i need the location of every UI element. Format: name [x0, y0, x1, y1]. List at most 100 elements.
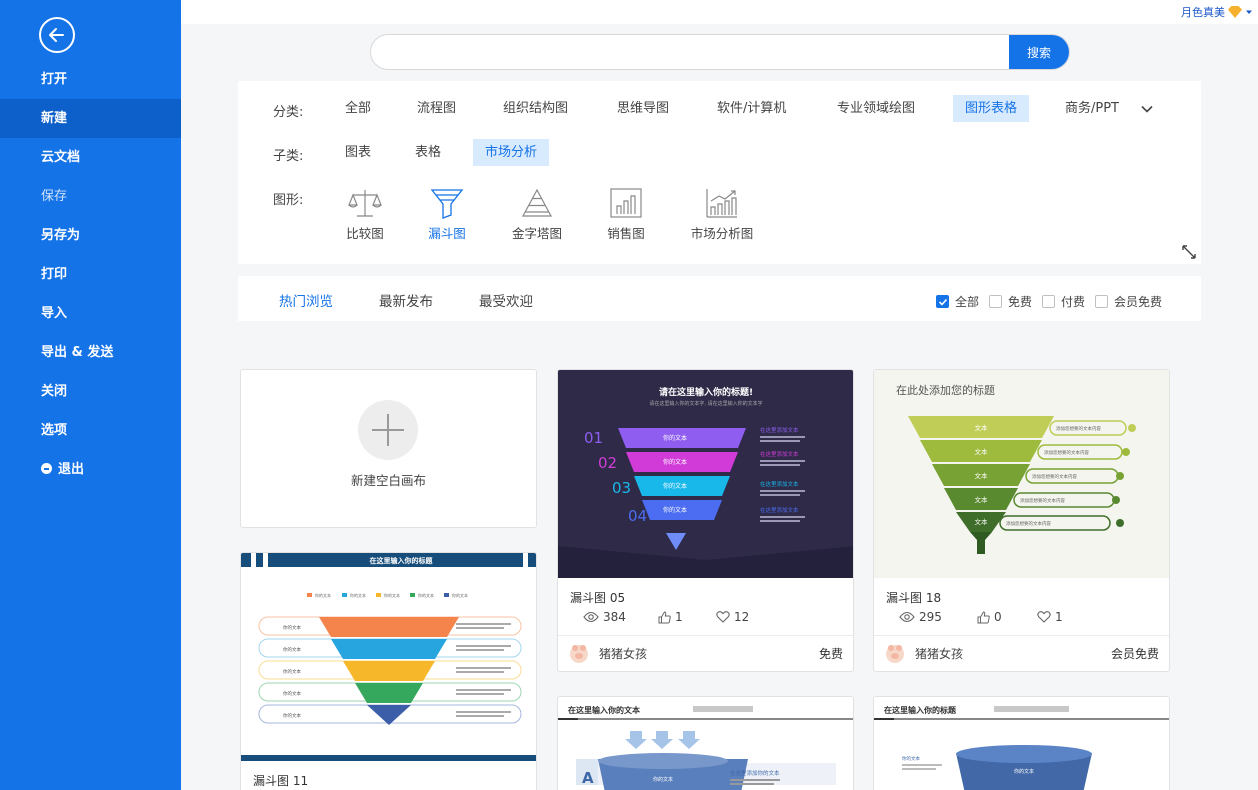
likes-count: 1	[675, 610, 683, 624]
checkbox-icon	[1095, 295, 1108, 308]
sort-tab-hot[interactable]: 热门浏览	[279, 290, 333, 310]
shape-market-analysis-label: 市场分析图	[690, 226, 754, 241]
template-card[interactable]: 请在这里输入你的标题! 请在这里输入你的文本字, 请在这里输入你的文本字 01 …	[557, 369, 854, 672]
sidebar-item-options[interactable]: 选项	[0, 411, 181, 450]
search-input[interactable]	[371, 35, 1011, 69]
favorites-count: 1	[1055, 610, 1063, 624]
thumb-stage: 你的文本	[663, 434, 687, 442]
template-card[interactable]: 在此处添加您的标题 文本 文本 文本 文本 文本 添加您想要的文本内容 添加您想…	[873, 369, 1170, 672]
category-graphic-table[interactable]: 图形表格	[953, 95, 1030, 122]
back-button[interactable]	[39, 17, 75, 53]
template-card[interactable]: 在这里输入你的标题 你的文本 你的文本	[873, 696, 1170, 790]
chevron-down-icon[interactable]	[1140, 102, 1154, 116]
shape-sales-label: 销售图	[607, 226, 645, 241]
thumbs-up-icon	[658, 610, 671, 623]
thumb-note: 在这里添加文本	[760, 506, 799, 514]
sidebar-item-save-as[interactable]: 另存为	[0, 216, 181, 255]
favorites-count: 12	[734, 610, 750, 624]
subcategory-market-analysis[interactable]: 市场分析	[473, 139, 550, 166]
new-blank-canvas-card[interactable]: 新建空白画布	[240, 369, 537, 528]
filter-checkbox-free[interactable]: 免费	[989, 293, 1032, 310]
thumb-subtitle: 请在这里输入你的文本字, 请在这里输入你的文本字	[649, 400, 762, 407]
category-all[interactable]: 全部	[333, 95, 383, 122]
thumb-title: 在这里输入你的标题	[884, 705, 957, 715]
category-mind-map[interactable]: 思维导图	[605, 95, 681, 122]
thumb-pill: 你的文本	[283, 668, 301, 675]
category-org-chart[interactable]: 组织结构图	[491, 95, 580, 122]
likes-stat[interactable]: 1	[658, 610, 683, 624]
price-badge: 免费	[818, 647, 843, 661]
thumb-legend: 你的文本	[452, 592, 468, 598]
shape-funnel[interactable]: 漏斗图	[407, 187, 487, 242]
sidebar-item-import[interactable]: 导入	[0, 294, 181, 333]
shape-comparison-label: 比较图	[346, 226, 384, 241]
bar-chart-icon	[610, 188, 642, 218]
thumb-note: 添加您想要的文本内容	[1032, 473, 1077, 480]
checkbox-label: 全部	[955, 295, 980, 309]
template-card[interactable]: 在这里输入你的标题 你的文本 你的文本 你的文本 你的文本 你的文本 你的文本 …	[240, 552, 537, 790]
sidebar-item-export-send[interactable]: 导出 & 发送	[0, 333, 181, 372]
sidebar-item-label: 关闭	[41, 384, 68, 399]
eye-icon	[583, 611, 599, 623]
template-thumbnail: 在这里输入你的标题 你的文本 你的文本 你的文本 你的文本 你的文本 你的文本 …	[241, 553, 536, 761]
sidebar-item-label: 保存	[41, 189, 68, 204]
vip-diamond-icon	[1228, 6, 1242, 18]
thumb-legend: 你的文本	[418, 592, 434, 598]
user-menu[interactable]: 月色真美	[1181, 4, 1253, 20]
subcategory-table[interactable]: 表格	[403, 139, 453, 166]
sidebar-item-cloud-docs[interactable]: 云文档	[0, 138, 181, 177]
template-title: 漏斗图 18	[886, 591, 942, 605]
thumb-stage: 你的文本	[653, 776, 673, 783]
sort-tab-popular[interactable]: 最受欢迎	[479, 290, 533, 310]
thumb-num: 04	[628, 507, 647, 525]
thumb-letter: A	[582, 769, 594, 787]
shape-comparison[interactable]: 比较图	[325, 187, 405, 242]
sidebar-item-new[interactable]: 新建	[0, 99, 181, 138]
shape-pyramid[interactable]: 金字塔图	[497, 187, 577, 242]
sort-bar: 热门浏览 最新发布 最受欢迎 全部 免费 付费 会员免费	[238, 276, 1201, 321]
plus-icon	[358, 400, 418, 460]
eye-icon	[899, 611, 915, 623]
favorites-stat[interactable]: 1	[1037, 610, 1063, 624]
sidebar-item-close[interactable]: 关闭	[0, 372, 181, 411]
category-professional[interactable]: 专业领域绘图	[825, 95, 927, 122]
thumb-stage: 你的文本	[663, 458, 687, 466]
sidebar-item-save[interactable]: 保存	[0, 177, 181, 216]
thumbs-up-icon	[977, 610, 990, 623]
favorites-stat[interactable]: 12	[716, 610, 749, 624]
filter-checkbox-paid[interactable]: 付费	[1042, 293, 1085, 310]
category-software[interactable]: 软件/计算机	[705, 95, 798, 122]
thumb-num: 01	[584, 429, 603, 447]
thumb-note: 在这里添加文本	[760, 480, 799, 488]
thumb-note: 添加您想要的文本内容	[1056, 425, 1101, 432]
filter-checkbox-member-free[interactable]: 会员免费	[1095, 293, 1162, 310]
thumb-title: 请在这里输入你的标题!	[659, 386, 753, 398]
user-name: 月色真美	[1181, 6, 1225, 19]
template-thumbnail: 在这里输入你的文本 A 你的文本 在这里添加你的文本	[558, 697, 853, 790]
search-button[interactable]: 搜索	[1009, 35, 1069, 69]
sidebar-item-exit[interactable]: 退出	[0, 450, 181, 489]
subcategory-chart[interactable]: 图表	[333, 139, 383, 166]
expand-icon[interactable]	[1181, 244, 1197, 260]
checkbox-icon	[989, 295, 1002, 308]
category-business-ppt[interactable]: 商务/PPT	[1053, 95, 1131, 122]
sidebar-item-print[interactable]: 打印	[0, 255, 181, 294]
views-stat: 295	[899, 610, 942, 624]
template-title: 漏斗图 11	[253, 774, 309, 788]
thumb-note: 添加您想要的文本内容	[1020, 497, 1065, 504]
top-bar: 月色真美	[181, 0, 1258, 24]
sidebar-item-open[interactable]: 打开	[0, 60, 181, 99]
filter-checkbox-all[interactable]: 全部	[936, 293, 979, 310]
likes-stat[interactable]: 0	[977, 610, 1002, 624]
sort-tab-latest[interactable]: 最新发布	[379, 290, 433, 310]
shape-funnel-label: 漏斗图	[428, 226, 466, 241]
sidebar-item-label: 另存为	[41, 228, 81, 243]
shape-market-analysis[interactable]: 市场分析图	[682, 187, 762, 242]
checkbox-label: 会员免费	[1114, 295, 1163, 309]
template-card[interactable]: 在这里输入你的文本 A 你的文本 在这里添加你的文本	[557, 696, 854, 790]
shape-sales[interactable]: 销售图	[586, 187, 666, 242]
thumb-title: 在这里输入你的文本	[568, 705, 640, 715]
thumb-pill: 你的文本	[283, 624, 301, 631]
category-flowchart[interactable]: 流程图	[405, 95, 468, 122]
thumb-stage: 文本	[975, 423, 989, 432]
